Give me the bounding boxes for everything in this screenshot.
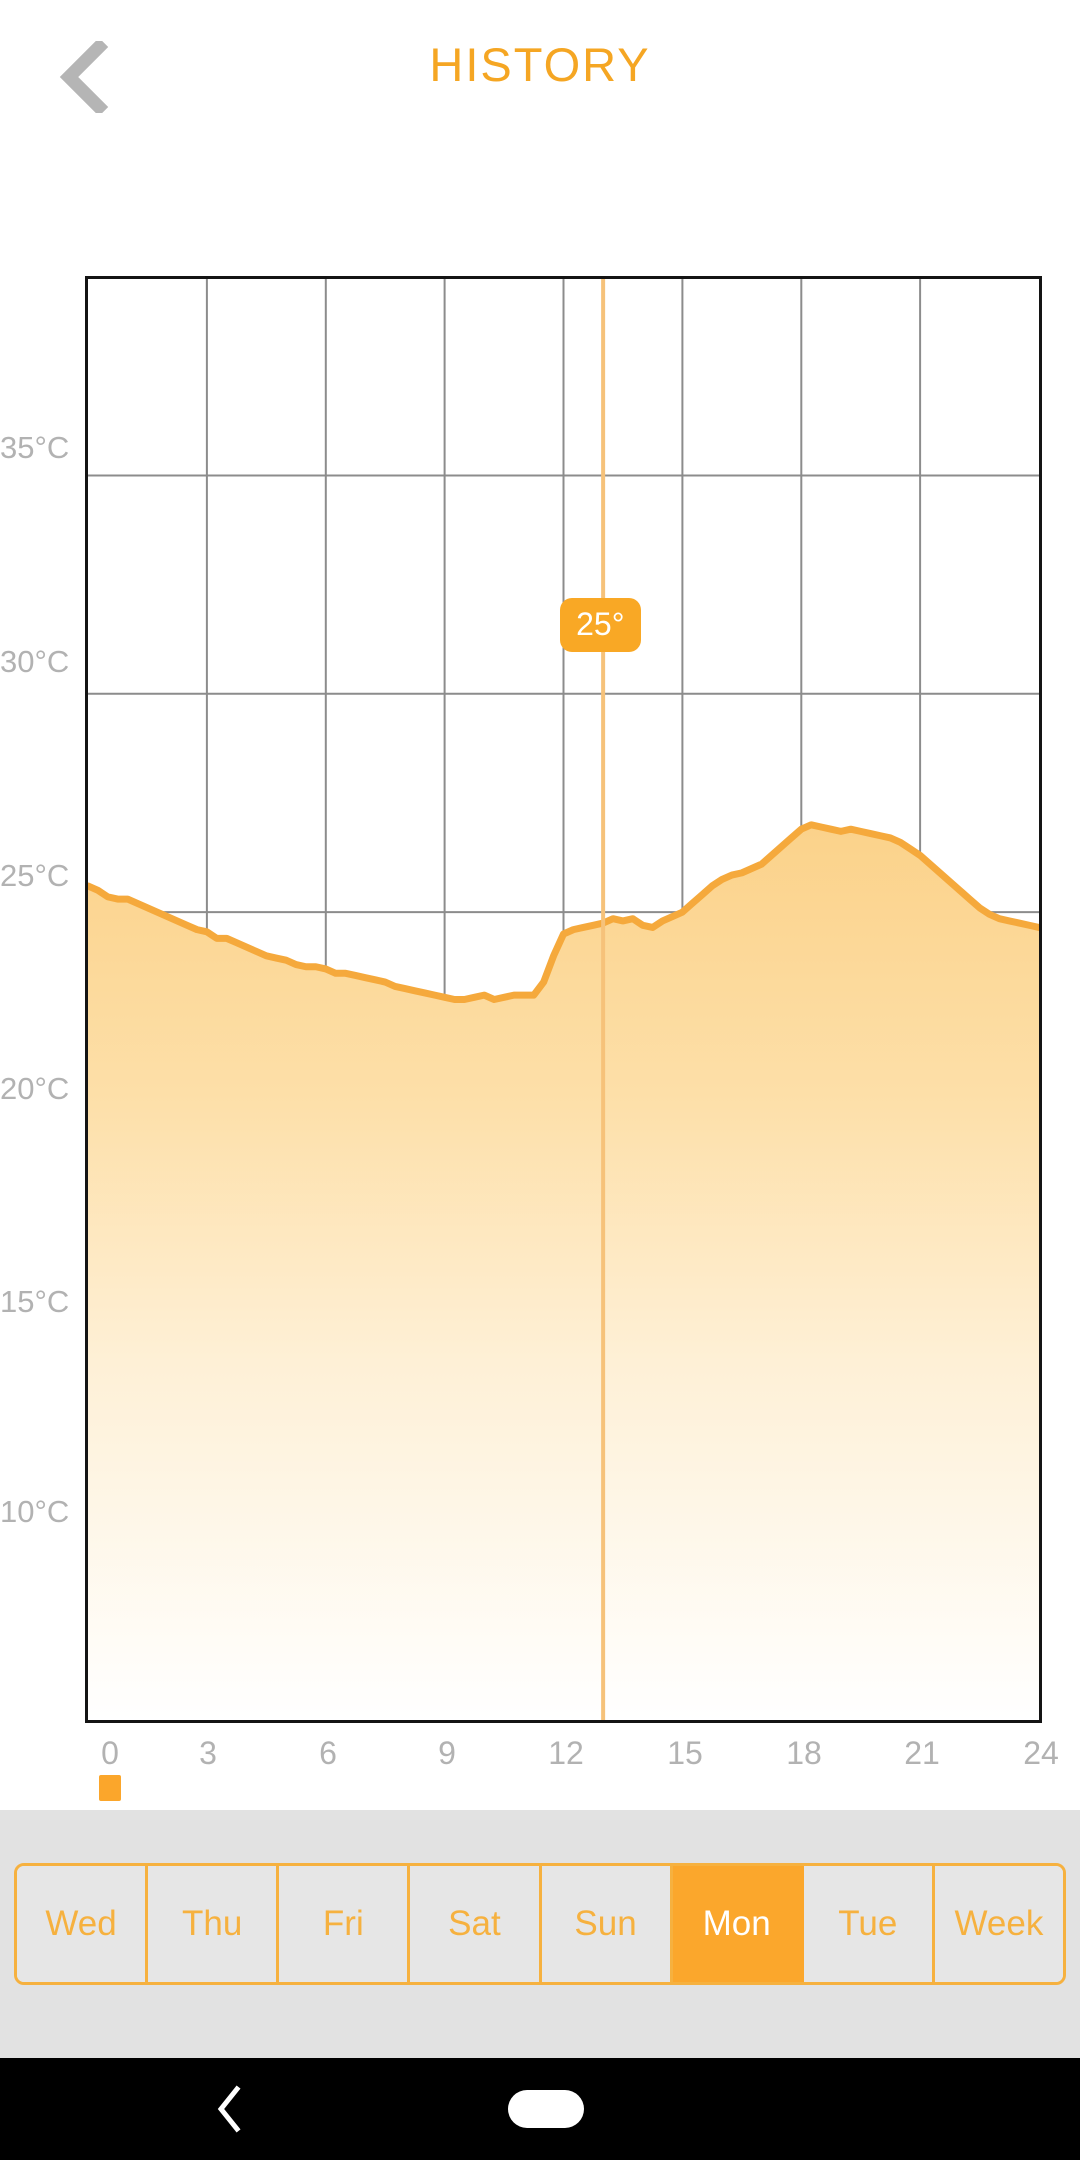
x-tick-label: 24 — [1023, 1735, 1059, 1771]
x-tick-label: 15 — [667, 1735, 703, 1771]
nav-home-pill[interactable] — [508, 2090, 584, 2128]
tab-sat[interactable]: Sat — [410, 1866, 542, 1982]
tab-mon[interactable]: Mon — [672, 1866, 804, 1982]
app-header: HISTORY — [0, 0, 1080, 150]
x-tick-label: 0 — [101, 1735, 119, 1771]
day-selector-bar: Wed Thu Fri Sat Sun Mon Tue Week — [0, 1810, 1080, 2058]
x-tick-label: 9 — [438, 1735, 456, 1771]
y-tick-label: 30°C — [0, 644, 70, 679]
y-tick-label: 10°C — [0, 1494, 70, 1529]
x-tick-label: 18 — [786, 1735, 822, 1771]
area-chart-svg — [88, 279, 1039, 1720]
y-tick-label: 25°C — [0, 858, 70, 893]
tab-thu[interactable]: Thu — [148, 1866, 280, 1982]
temperature-area — [88, 824, 1039, 1720]
x-tick-label: 3 — [199, 1735, 217, 1771]
x-tick-label: 6 — [319, 1735, 337, 1771]
tab-tue[interactable]: Tue — [803, 1866, 935, 1982]
nav-back-button[interactable] — [205, 2084, 255, 2134]
y-tick-label: 15°C — [0, 1284, 70, 1319]
x-tick-label: 21 — [904, 1735, 940, 1771]
y-tick-label: 20°C — [0, 1071, 70, 1106]
y-tick-label: 35°C — [0, 430, 70, 465]
plot-area[interactable] — [85, 276, 1042, 1723]
tab-sun[interactable]: Sun — [541, 1866, 673, 1982]
chevron-left-icon — [217, 2085, 241, 2133]
page-title: HISTORY — [429, 38, 651, 91]
tab-wed[interactable]: Wed — [17, 1866, 149, 1982]
history-chart: 35°C 30°C 25°C 20°C 15°C 10°C 25° 0 3 6 … — [0, 150, 1080, 1850]
tab-fri[interactable]: Fri — [279, 1866, 411, 1982]
tab-week[interactable]: Week — [934, 1866, 1063, 1982]
x-tick-label: 12 — [548, 1735, 584, 1771]
series-legend-swatch — [99, 1775, 121, 1801]
value-tooltip: 25° — [560, 598, 641, 653]
android-navigation-bar — [0, 2058, 1080, 2160]
day-tabs: Wed Thu Fri Sat Sun Mon Tue Week — [14, 1863, 1066, 1985]
